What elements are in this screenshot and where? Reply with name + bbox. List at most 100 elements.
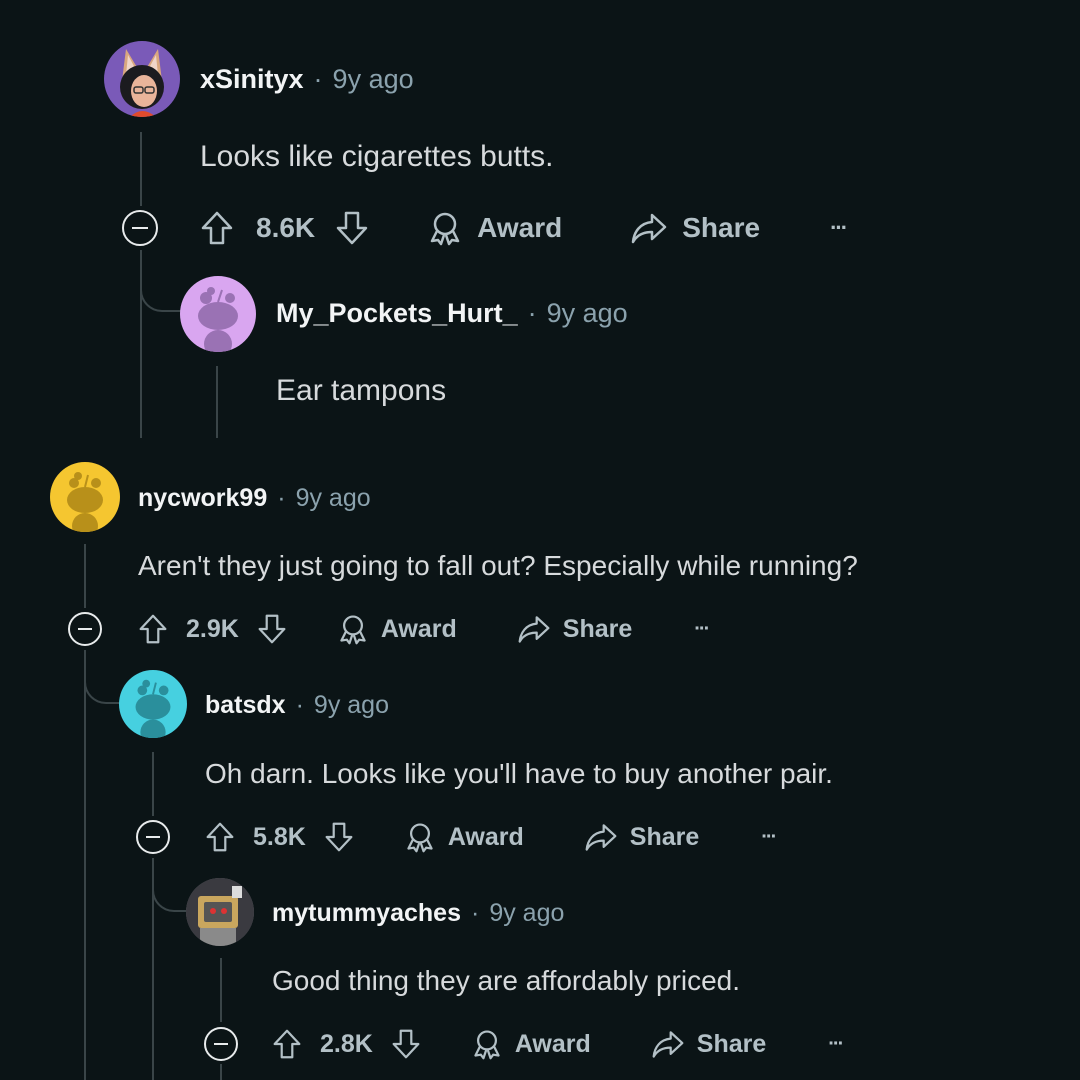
- comment-text: Aren't they just going to fall out? Espe…: [138, 550, 858, 581]
- award-label: Award: [380, 614, 457, 643]
- downvote-button[interactable]: [391, 1027, 421, 1061]
- username[interactable]: nycwork99: [138, 484, 267, 513]
- share-icon: [652, 1031, 684, 1058]
- upvote-icon: [201, 211, 233, 245]
- username[interactable]: xSinityx: [200, 64, 304, 95]
- comment-text: Ear tampons: [276, 374, 447, 407]
- more-options-button[interactable]: ···: [694, 618, 710, 641]
- collapse-button[interactable]: [122, 210, 158, 246]
- thread-connector: [152, 858, 188, 912]
- robot-avatar-icon: [186, 878, 254, 946]
- upvote-button[interactable]: [138, 612, 168, 646]
- share-label: Share: [629, 822, 700, 851]
- collapse-button[interactable]: [136, 820, 170, 854]
- collapse-button[interactable]: [204, 1027, 238, 1061]
- award-button[interactable]: Award: [337, 612, 457, 646]
- award-label: Award: [477, 212, 563, 243]
- comment-header: My_Pockets_Hurt_ · 9y ago: [276, 298, 628, 329]
- username[interactable]: mytummyaches: [272, 899, 461, 928]
- more-options-button[interactable]: ···: [828, 1033, 844, 1056]
- timestamp: 9y ago: [332, 64, 414, 94]
- share-label: Share: [562, 614, 633, 643]
- downvote-icon: [325, 822, 353, 852]
- share-label: Share: [696, 1029, 767, 1058]
- comment-text: Oh darn. Looks like you'll have to buy a…: [205, 758, 833, 789]
- vote-count: 2.9K: [186, 614, 239, 643]
- username[interactable]: batsdx: [205, 691, 286, 720]
- vote-count: 8.6K: [256, 212, 316, 243]
- avatar[interactable]: [119, 670, 187, 738]
- timestamp: 9y ago: [313, 691, 389, 719]
- more-options-button[interactable]: ···: [830, 215, 848, 241]
- user-avatar-icon: [120, 49, 164, 117]
- action-bar: 2.9K Award Share ···: [138, 612, 710, 646]
- upvote-button[interactable]: [200, 210, 234, 246]
- timestamp: 9y ago: [546, 298, 628, 328]
- separator-dot: ·: [470, 899, 480, 927]
- separator-dot: ·: [527, 298, 537, 328]
- downvote-button[interactable]: [324, 820, 354, 854]
- upvote-icon: [206, 822, 234, 852]
- award-label: Award: [447, 822, 524, 851]
- downvote-icon: [336, 211, 368, 245]
- separator-dot: ·: [313, 64, 323, 94]
- avatar[interactable]: [50, 462, 120, 532]
- thread-line: [220, 1064, 222, 1080]
- award-button[interactable]: Award: [471, 1027, 591, 1061]
- username[interactable]: My_Pockets_Hurt_: [276, 298, 518, 329]
- share-icon: [518, 616, 550, 643]
- award-label: Award: [514, 1029, 591, 1058]
- share-button[interactable]: Share: [630, 210, 760, 246]
- upvote-button[interactable]: [272, 1027, 302, 1061]
- comment-header: nycwork99 · 9y ago: [138, 484, 371, 513]
- award-button[interactable]: Award: [427, 210, 562, 246]
- avatar[interactable]: [180, 276, 256, 352]
- share-icon: [631, 213, 667, 244]
- share-button[interactable]: Share: [584, 820, 699, 854]
- more-options-button[interactable]: ···: [761, 826, 777, 849]
- downvote-button[interactable]: [257, 612, 287, 646]
- avatar[interactable]: [104, 41, 180, 117]
- comment-header: mytummyaches · 9y ago: [272, 899, 564, 928]
- award-icon: [340, 615, 366, 645]
- award-button[interactable]: Award: [404, 820, 524, 854]
- share-button[interactable]: Share: [651, 1027, 766, 1061]
- separator-dot: ·: [277, 484, 286, 512]
- upvote-icon: [139, 614, 167, 644]
- thread-line: [152, 752, 154, 816]
- downvote-button[interactable]: [335, 210, 369, 246]
- share-button[interactable]: Share: [517, 612, 632, 646]
- default-snoo-avatar-icon: [135, 679, 171, 738]
- action-bar: 2.8K Award Share ···: [272, 1027, 844, 1061]
- default-snoo-avatar-icon: [198, 287, 238, 352]
- thread-connector: [84, 650, 122, 704]
- thread-connector: [140, 250, 182, 312]
- action-bar: 5.8K Award Share ···: [205, 820, 777, 854]
- thread-line: [84, 650, 86, 1080]
- action-bar: 8.6K Award Share ···: [200, 210, 848, 246]
- comment-header: xSinityx · 9y ago: [200, 64, 414, 95]
- award-icon: [430, 212, 460, 246]
- timestamp: 9y ago: [295, 484, 371, 512]
- downvote-icon: [392, 1029, 420, 1059]
- avatar[interactable]: [186, 878, 254, 946]
- upvote-button[interactable]: [205, 820, 235, 854]
- share-icon: [585, 824, 617, 851]
- separator-dot: ·: [295, 691, 304, 719]
- default-snoo-avatar-icon: [67, 472, 103, 532]
- collapse-button[interactable]: [68, 612, 102, 646]
- thread-line: [140, 132, 142, 206]
- thread-line: [84, 544, 86, 608]
- vote-count: 2.8K: [320, 1029, 373, 1058]
- award-icon: [474, 1030, 500, 1060]
- vote-count: 5.8K: [253, 822, 306, 851]
- share-label: Share: [682, 212, 761, 243]
- timestamp: 9y ago: [489, 899, 565, 927]
- thread-line: [216, 366, 218, 438]
- comment-text: Looks like cigarettes butts.: [200, 140, 554, 173]
- upvote-icon: [273, 1029, 301, 1059]
- award-icon: [407, 823, 433, 853]
- downvote-icon: [258, 614, 286, 644]
- thread-line: [220, 958, 222, 1022]
- comment-header: batsdx · 9y ago: [205, 691, 389, 720]
